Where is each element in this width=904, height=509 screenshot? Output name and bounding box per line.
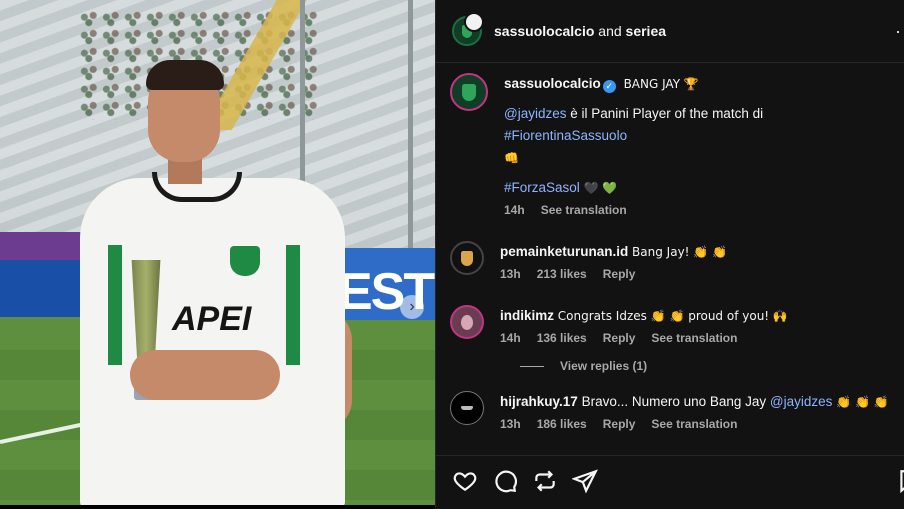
shirt-sponsor: APEI (172, 300, 252, 338)
header-collaborator[interactable]: seriea (626, 23, 666, 39)
comment-avatar[interactable] (450, 391, 484, 425)
comment-list[interactable]: sassuolocalcio ✓ BANG JAY 🏆 @jayidzes è i… (436, 63, 904, 455)
comment-icon[interactable] (492, 468, 518, 494)
comment-likes[interactable]: 136 likes (537, 331, 587, 345)
caption-hashtag[interactable]: #FiorentinaSassuolo (504, 128, 627, 143)
comment-text: Bravo... Numero uno Bang Jay (581, 394, 770, 409)
comment-username[interactable]: indikimz (500, 308, 554, 323)
comment-text: Congrats Idzes 👏 👏 proud of you! 🙌 (557, 309, 788, 323)
caption-hashtag-2[interactable]: #ForzaSasol (504, 180, 580, 195)
caption-title: BANG JAY 🏆 (623, 77, 699, 91)
comment-emoji: 👏 👏 👏 (832, 395, 889, 409)
see-translation-link[interactable]: See translation (651, 331, 737, 345)
comment-avatar[interactable] (450, 305, 484, 339)
comment: hijrahkuy.17 Bravo... Numero uno Bang Ja… (450, 391, 889, 433)
verified-icon: ✓ (602, 80, 616, 93)
collaborator-avatar[interactable] (464, 12, 484, 32)
see-translation-link[interactable]: See translation (541, 203, 627, 217)
comment-meta: 13h 213 likes Reply (500, 265, 889, 283)
header-joiner: and (598, 23, 622, 39)
comment: indikimz Congrats Idzes 👏 👏 proud of you… (450, 305, 889, 347)
reply-button[interactable]: Reply (603, 331, 636, 345)
stadium-pillar (408, 0, 413, 250)
comment-time: 13h (500, 417, 521, 431)
reply-button[interactable]: Reply (603, 267, 636, 281)
next-image-arrow-icon[interactable]: › (400, 295, 424, 319)
comment-meta: 13h 186 likes Reply See translation (500, 415, 889, 433)
caption-time: 14h (504, 203, 525, 217)
comment-meta: 14h 136 likes Reply See translation (500, 329, 889, 347)
bookmark-icon[interactable] (896, 468, 904, 494)
post-image[interactable]: EST APEI › (0, 0, 435, 505)
caption-text: è il Panini Player of the match di (566, 106, 764, 121)
view-replies-label: View replies (1) (560, 359, 648, 373)
player: APEI (80, 60, 352, 505)
comment-time: 14h (500, 331, 521, 345)
caption-meta: 14h See translation (504, 201, 889, 219)
player-hands (130, 350, 280, 400)
shirt-stripe (286, 245, 300, 365)
club-crest-icon (230, 246, 260, 276)
reply-button[interactable]: Reply (603, 417, 636, 431)
caption-username[interactable]: sassuolocalcio (504, 76, 601, 91)
caption-avatar[interactable] (450, 73, 488, 111)
player-hair (146, 60, 224, 90)
comment-likes[interactable]: 186 likes (537, 417, 587, 431)
caption: sassuolocalcio ✓ BANG JAY 🏆 @jayidzes è i… (450, 73, 889, 219)
comment-username[interactable]: hijrahkuy.17 (500, 394, 578, 409)
comment-time: 13h (500, 267, 521, 281)
caption-hearts: 🖤 💚 (583, 181, 618, 195)
more-options-icon[interactable]: · (895, 21, 901, 42)
replies-line (520, 365, 544, 367)
post-panel: sassuolocalcio and seriea · sassuolocalc… (435, 0, 904, 509)
heart-icon[interactable] (452, 468, 478, 494)
share-icon[interactable] (570, 468, 598, 494)
caption-emoji: 👊 (504, 151, 519, 165)
header-accounts: sassuolocalcio and seriea (494, 23, 666, 39)
repost-icon[interactable] (532, 468, 558, 494)
post-header: sassuolocalcio and seriea · (436, 0, 904, 62)
view-replies-button[interactable]: View replies (1) (520, 359, 889, 373)
comment-mention[interactable]: @jayidzes (770, 394, 832, 409)
caption-mention[interactable]: @jayidzes (504, 106, 566, 121)
comment: pemainketurunan.id Bang Jay! 👏 👏 13h 213 … (450, 241, 889, 283)
comment-likes[interactable]: 213 likes (537, 267, 587, 281)
see-translation-link[interactable]: See translation (651, 417, 737, 431)
header-username[interactable]: sassuolocalcio (494, 23, 594, 39)
comment-username[interactable]: pemainketurunan.id (500, 244, 628, 259)
shirt-stripe (108, 245, 122, 365)
action-bar (436, 455, 904, 505)
comment-text: Bang Jay! 👏 👏 (632, 245, 727, 259)
comment-avatar[interactable] (450, 241, 484, 275)
